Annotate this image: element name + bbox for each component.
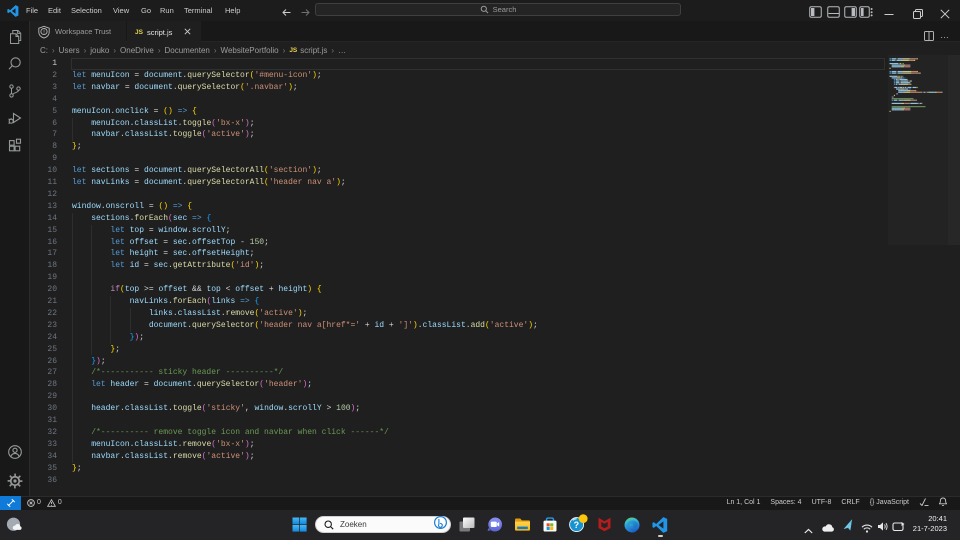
svg-text:?: ? xyxy=(574,520,580,530)
